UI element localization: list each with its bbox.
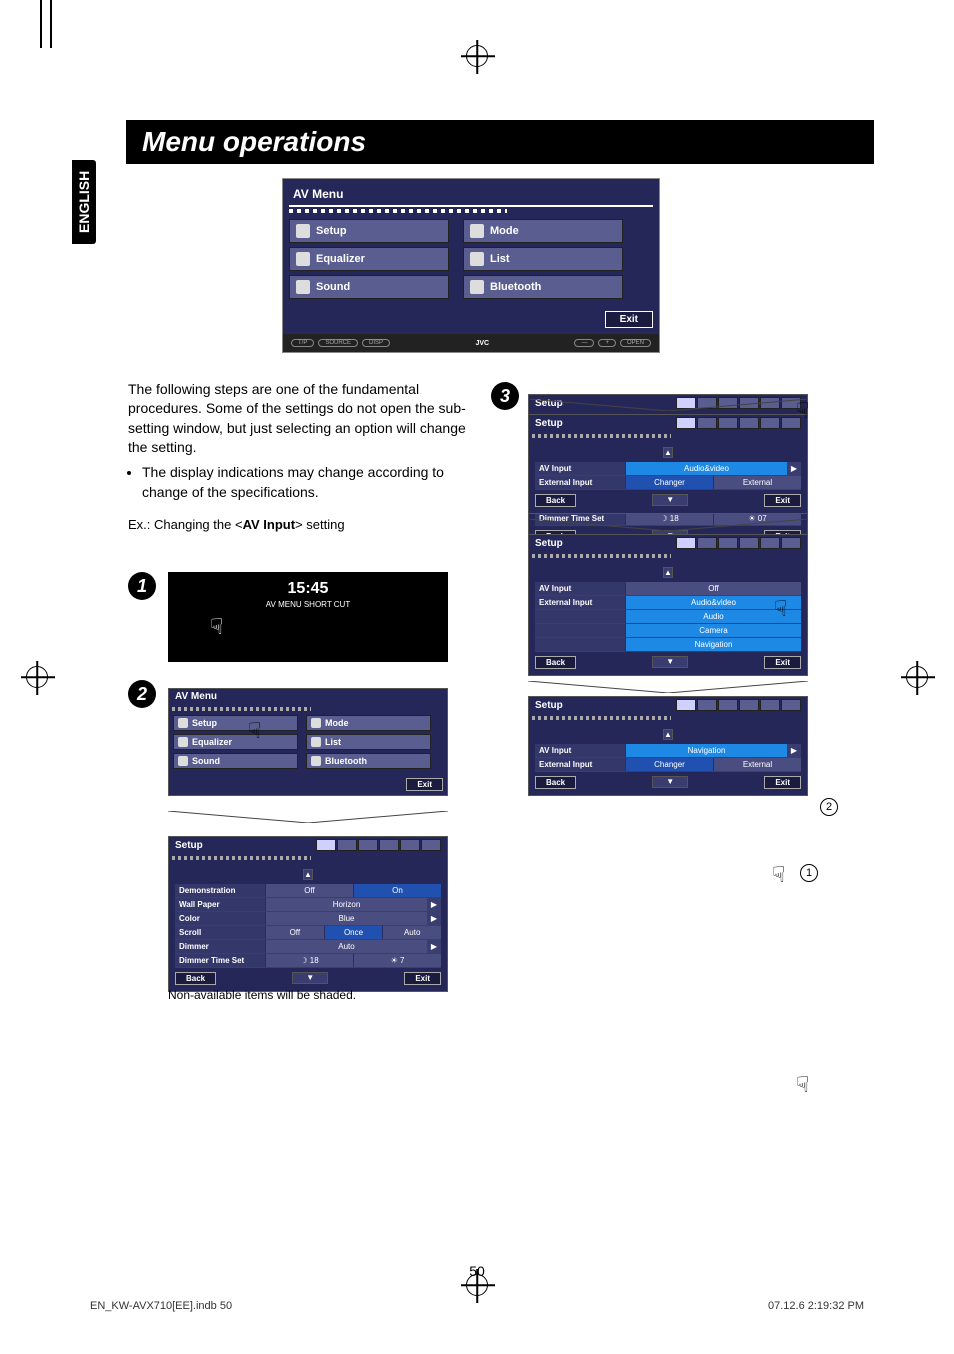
menu-sound[interactable]: Sound [289, 275, 449, 299]
av-menu-small: AV Menu Setup Mode Equalizer List Sound … [168, 688, 448, 796]
body-text: The following steps are one of the funda… [128, 380, 468, 540]
setup-panel-r4: Setup▲AV InputNavigation▶External InputC… [528, 696, 808, 796]
caption-shaded: Non-available items will be shaded. [168, 988, 356, 1002]
menu-setup-small[interactable]: Setup [173, 715, 298, 731]
page-number: 50 [0, 1263, 954, 1279]
step-2-badge: 2 [128, 680, 156, 708]
bezel-plus[interactable]: + [598, 339, 616, 347]
mode-icon [470, 224, 484, 238]
language-tab: ENGLISH [72, 160, 96, 244]
exit-button-small[interactable]: Exit [406, 778, 443, 791]
equalizer-icon [296, 252, 310, 266]
step-1-badge: 1 [128, 572, 156, 600]
hand-cursor-icon: ☟ [248, 718, 261, 744]
menu-mode-small[interactable]: Mode [306, 715, 431, 731]
bezel-minus[interactable]: — [574, 339, 594, 347]
clock-time: 15:45 [168, 572, 448, 598]
menu-bluetooth-small[interactable]: Bluetooth [306, 753, 431, 769]
hand-cursor-icon: ☟ [796, 1072, 809, 1098]
step-3-badge: 3 [491, 382, 519, 410]
exit-button[interactable]: Exit [605, 311, 653, 328]
menu-mode[interactable]: Mode [463, 219, 623, 243]
bezel-source[interactable]: SOURCE [318, 339, 358, 347]
callout-2: 2 [820, 798, 838, 816]
clock-panel: 15:45 AV MENU SHORT CUT ☟ [168, 572, 448, 662]
hand-cursor-icon: ☟ [210, 614, 223, 640]
clock-subtitle: AV MENU SHORT CUT [168, 600, 448, 609]
menu-sound-small[interactable]: Sound [173, 753, 298, 769]
setup-panel-r3: Setup▲AV InputOffExternal InputAudio&vid… [528, 534, 808, 676]
device-bezel: T/P SOURCE DISP JVC — + OPEN [283, 334, 659, 352]
menu-setup[interactable]: Setup [289, 219, 449, 243]
menu-equalizer[interactable]: Equalizer [289, 247, 449, 271]
callout-1: 1 [800, 864, 818, 882]
list-icon [470, 252, 484, 266]
menu-equalizer-small[interactable]: Equalizer [173, 734, 298, 750]
hand-cursor-icon: ☟ [774, 596, 787, 622]
menu-list-small[interactable]: List [306, 734, 431, 750]
av-menu-header: AV Menu [289, 185, 653, 207]
bezel-tp[interactable]: T/P [291, 339, 314, 347]
sound-icon [296, 280, 310, 294]
bezel-disp[interactable]: DISP [362, 339, 390, 347]
bluetooth-icon [470, 280, 484, 294]
page-title: Menu operations [126, 120, 874, 164]
setup-panel-r2: Setup▲AV InputAudio&video▶External Input… [528, 414, 808, 514]
menu-bluetooth[interactable]: Bluetooth [463, 275, 623, 299]
hand-cursor-icon: ☟ [772, 862, 785, 888]
av-menu-large: AV Menu Setup Mode Equalizer List Sound … [282, 178, 660, 353]
footer-meta: EN_KW-AVX710[EE].indb 50 07.12.6 2:19:32… [90, 1300, 864, 1312]
setup-panel-left: Setup▲DemonstrationOffOnWall PaperHorizo… [168, 836, 448, 992]
hand-cursor-icon: ☟ [796, 398, 809, 424]
bezel-brand: JVC [475, 340, 489, 347]
menu-list[interactable]: List [463, 247, 623, 271]
bezel-open[interactable]: OPEN [620, 339, 651, 347]
gear-icon [296, 224, 310, 238]
